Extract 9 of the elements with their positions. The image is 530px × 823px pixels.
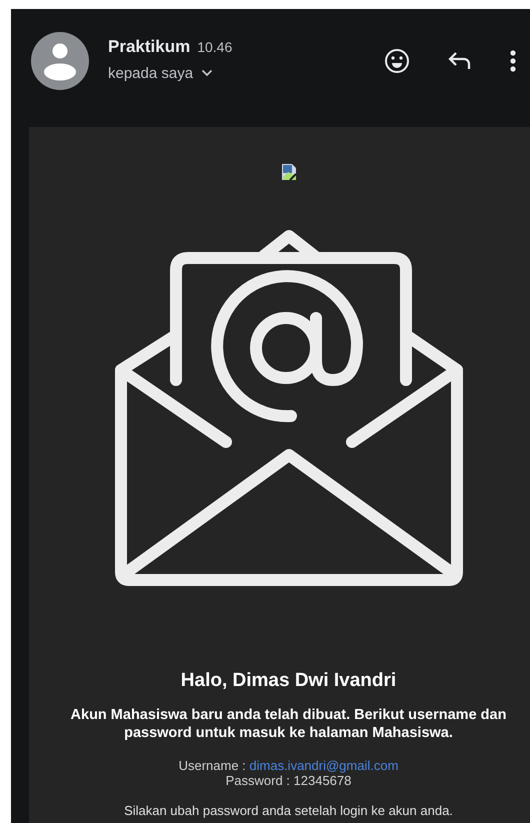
credential-text: Password : 12345678 bbox=[226, 773, 352, 788]
email-link[interactable]: dimas.ivandri@gmail.com bbox=[249, 758, 398, 773]
intro-paragraph: Akun Mahasiswa baru anda telah dibuat. Berikut username dan password untuk masuk ke halaman Mahasiswa. bbox=[70, 706, 508, 742]
recipient-label[interactable]: kepada saya bbox=[108, 64, 194, 82]
sent-time: 10.46 bbox=[197, 38, 232, 54]
credential-label: Username : bbox=[178, 758, 247, 773]
greeting-heading: Halo, Dimas Dwi Ivandri bbox=[180, 670, 396, 692]
sender-name: Praktikum bbox=[108, 36, 190, 56]
note-text: Silakan ubah password anda setelah login ke akun anda. bbox=[124, 803, 453, 818]
